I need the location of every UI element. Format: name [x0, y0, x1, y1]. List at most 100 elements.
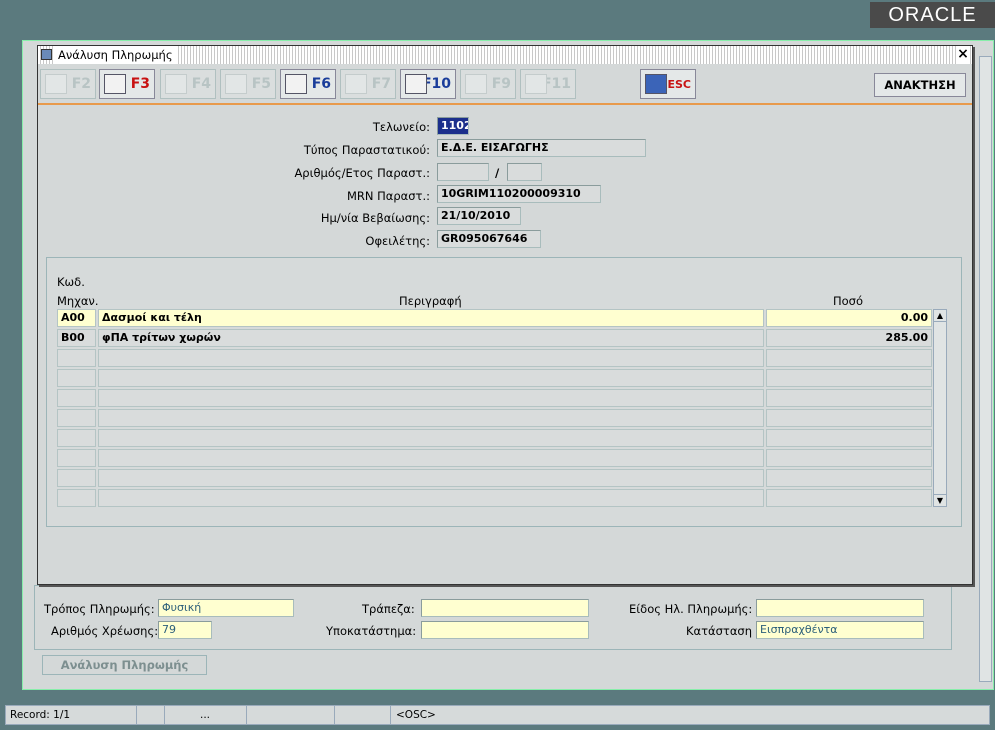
row-description-cell[interactable]	[98, 429, 764, 447]
row-description-cell[interactable]	[98, 349, 764, 367]
row-code-cell[interactable]	[57, 409, 96, 427]
row-code-cell[interactable]	[57, 389, 96, 407]
copy-icon	[165, 74, 187, 94]
row-description-cell[interactable]	[98, 389, 764, 407]
delete-icon	[225, 74, 247, 94]
row-description-cell[interactable]: Δασμοί και τέλη	[98, 309, 764, 327]
row-code-cell[interactable]: B00	[57, 329, 96, 347]
toolbar-f10-button[interactable]: F10	[400, 69, 456, 99]
doc-separator: /	[495, 166, 500, 180]
row-description-cell[interactable]: φΠΑ τρίτων χωρών	[98, 329, 764, 347]
record-indicator: Record: 1/1	[10, 706, 137, 724]
mode-indicator: <OSC>	[396, 709, 436, 721]
toolbar-f4-button[interactable]: F4	[160, 69, 216, 99]
scroll-up-icon[interactable]: ▲	[934, 310, 946, 322]
payment-method-label: Τρόπος Πληρωμής:	[44, 602, 155, 616]
status-cell	[334, 706, 391, 724]
main-scrollbar[interactable]	[979, 56, 992, 682]
add-record-icon	[465, 74, 487, 94]
window-icon	[41, 49, 52, 60]
payment-analysis-dialog: Ανάλυση Πληρωμής × ΑΝΑΚΤΗΣΗ F2 F3 F4 F5 F6 F7…	[37, 45, 973, 585]
col-code-header-line2: Μηχαν.	[57, 294, 99, 308]
toolbar-f9-button[interactable]: F9	[460, 69, 516, 99]
doc-type-field[interactable]: Ε.Δ.Ε. ΕΙΣΑΓΩΓΗΣ	[437, 139, 646, 157]
debtor-label: Οφειλέτης:	[365, 234, 430, 248]
status-ellipsis: ...	[164, 706, 247, 724]
toolbar-key-label: F3	[130, 76, 150, 92]
row-code-cell[interactable]	[57, 489, 96, 507]
row-description-cell[interactable]	[98, 409, 764, 427]
print-icon	[405, 74, 427, 94]
status-field[interactable]: Εισπραχθέντα	[756, 621, 924, 639]
row-description-cell[interactable]	[98, 489, 764, 507]
row-description-cell[interactable]	[98, 469, 764, 487]
payment-method-field[interactable]: Φυσική	[158, 599, 294, 617]
row-amount-cell[interactable]: 0.00	[766, 309, 932, 327]
toolbar-f2-button[interactable]: F2	[40, 69, 96, 99]
zoom-icon	[345, 74, 367, 94]
row-amount-cell[interactable]	[766, 409, 932, 427]
toolbar-key-label: F2	[71, 76, 91, 92]
row-code-cell[interactable]	[57, 469, 96, 487]
scroll-down-icon[interactable]: ▼	[934, 494, 946, 506]
oracle-logo: ORACLE	[870, 2, 995, 28]
toolbar-esc-button[interactable]: ESC	[640, 69, 696, 99]
doc-year-field[interactable]	[507, 163, 542, 181]
payment-analysis-button[interactable]: Ανάλυση Πληρωμής	[42, 655, 207, 675]
toolbar-key-label: F9	[491, 76, 511, 92]
search-button[interactable]: ΑΝΑΚΤΗΣΗ	[874, 73, 966, 97]
dialog-titlebar[interactable]: Ανάλυση Πληρωμής ×	[38, 46, 972, 64]
edit-document-icon	[285, 74, 307, 94]
toolbar-f7-button[interactable]: F7	[340, 69, 396, 99]
exit-door-icon	[645, 74, 667, 94]
row-code-cell[interactable]	[57, 449, 96, 467]
doc-number-field[interactable]	[437, 163, 489, 181]
row-amount-cell[interactable]	[766, 449, 932, 467]
row-code-cell[interactable]	[57, 429, 96, 447]
row-amount-cell[interactable]	[766, 349, 932, 367]
bank-field[interactable]	[421, 599, 589, 617]
status-bar: Record: 1/1 ... <OSC>	[5, 705, 990, 725]
toolbar-f3-button[interactable]: F3	[99, 69, 155, 99]
mrn-field[interactable]: 10GRIM110200009310	[437, 185, 601, 203]
row-amount-cell[interactable]	[766, 369, 932, 387]
epay-type-label: Είδος Ηλ. Πληρωμής:	[629, 602, 753, 616]
mrn-label: MRN Παραστ.:	[346, 189, 430, 203]
debtor-field[interactable]: GR095067646	[437, 230, 541, 248]
remove-record-icon	[525, 74, 547, 94]
bank-label: Τράπεζα:	[362, 602, 415, 616]
toolbar-f6-button[interactable]: F6	[280, 69, 336, 99]
customs-label: Τελωνείο:	[372, 120, 430, 134]
toolbar-f5-button[interactable]: F5	[220, 69, 276, 99]
toolbar-key-label: F7	[371, 76, 391, 92]
help-icon	[104, 74, 126, 94]
grid-scrollbar[interactable]: ▲ ▼	[933, 309, 947, 507]
close-icon[interactable]: ×	[956, 46, 970, 64]
doc-number-label: Αριθμός/Ετος Παραστ.:	[294, 166, 430, 180]
save-icon	[45, 74, 67, 94]
status-cell	[246, 706, 335, 724]
epay-type-field[interactable]	[756, 599, 924, 617]
toolbar-f11-button[interactable]: F11	[520, 69, 576, 99]
row-code-cell[interactable]: A00	[57, 309, 96, 327]
branch-label: Υποκατάστημα:	[326, 624, 417, 638]
row-description-cell[interactable]	[98, 449, 764, 467]
row-amount-cell[interactable]	[766, 429, 932, 447]
row-amount-cell[interactable]	[766, 389, 932, 407]
col-description-header: Περιγραφή	[399, 294, 462, 308]
branch-field[interactable]	[421, 621, 589, 639]
date-field[interactable]: 21/10/2010	[437, 207, 521, 225]
toolbar-key-label: ESC	[667, 78, 691, 91]
row-amount-cell[interactable]	[766, 489, 932, 507]
dialog-title: Ανάλυση Πληρωμής	[54, 46, 177, 64]
row-amount-cell[interactable]: 285.00	[766, 329, 932, 347]
charge-number-field[interactable]: 79	[158, 621, 212, 639]
row-code-cell[interactable]	[57, 349, 96, 367]
row-amount-cell[interactable]	[766, 469, 932, 487]
row-description-cell[interactable]	[98, 369, 764, 387]
row-code-cell[interactable]	[57, 369, 96, 387]
analysis-grid: Κωδ. Μηχαν. Περιγραφή Ποσό ▲ ▼ A00 Δασμοί…	[46, 257, 962, 527]
customs-field[interactable]: 1102	[437, 117, 469, 135]
payment-info-panel	[34, 585, 952, 650]
toolbar-key-label: F5	[251, 76, 271, 92]
